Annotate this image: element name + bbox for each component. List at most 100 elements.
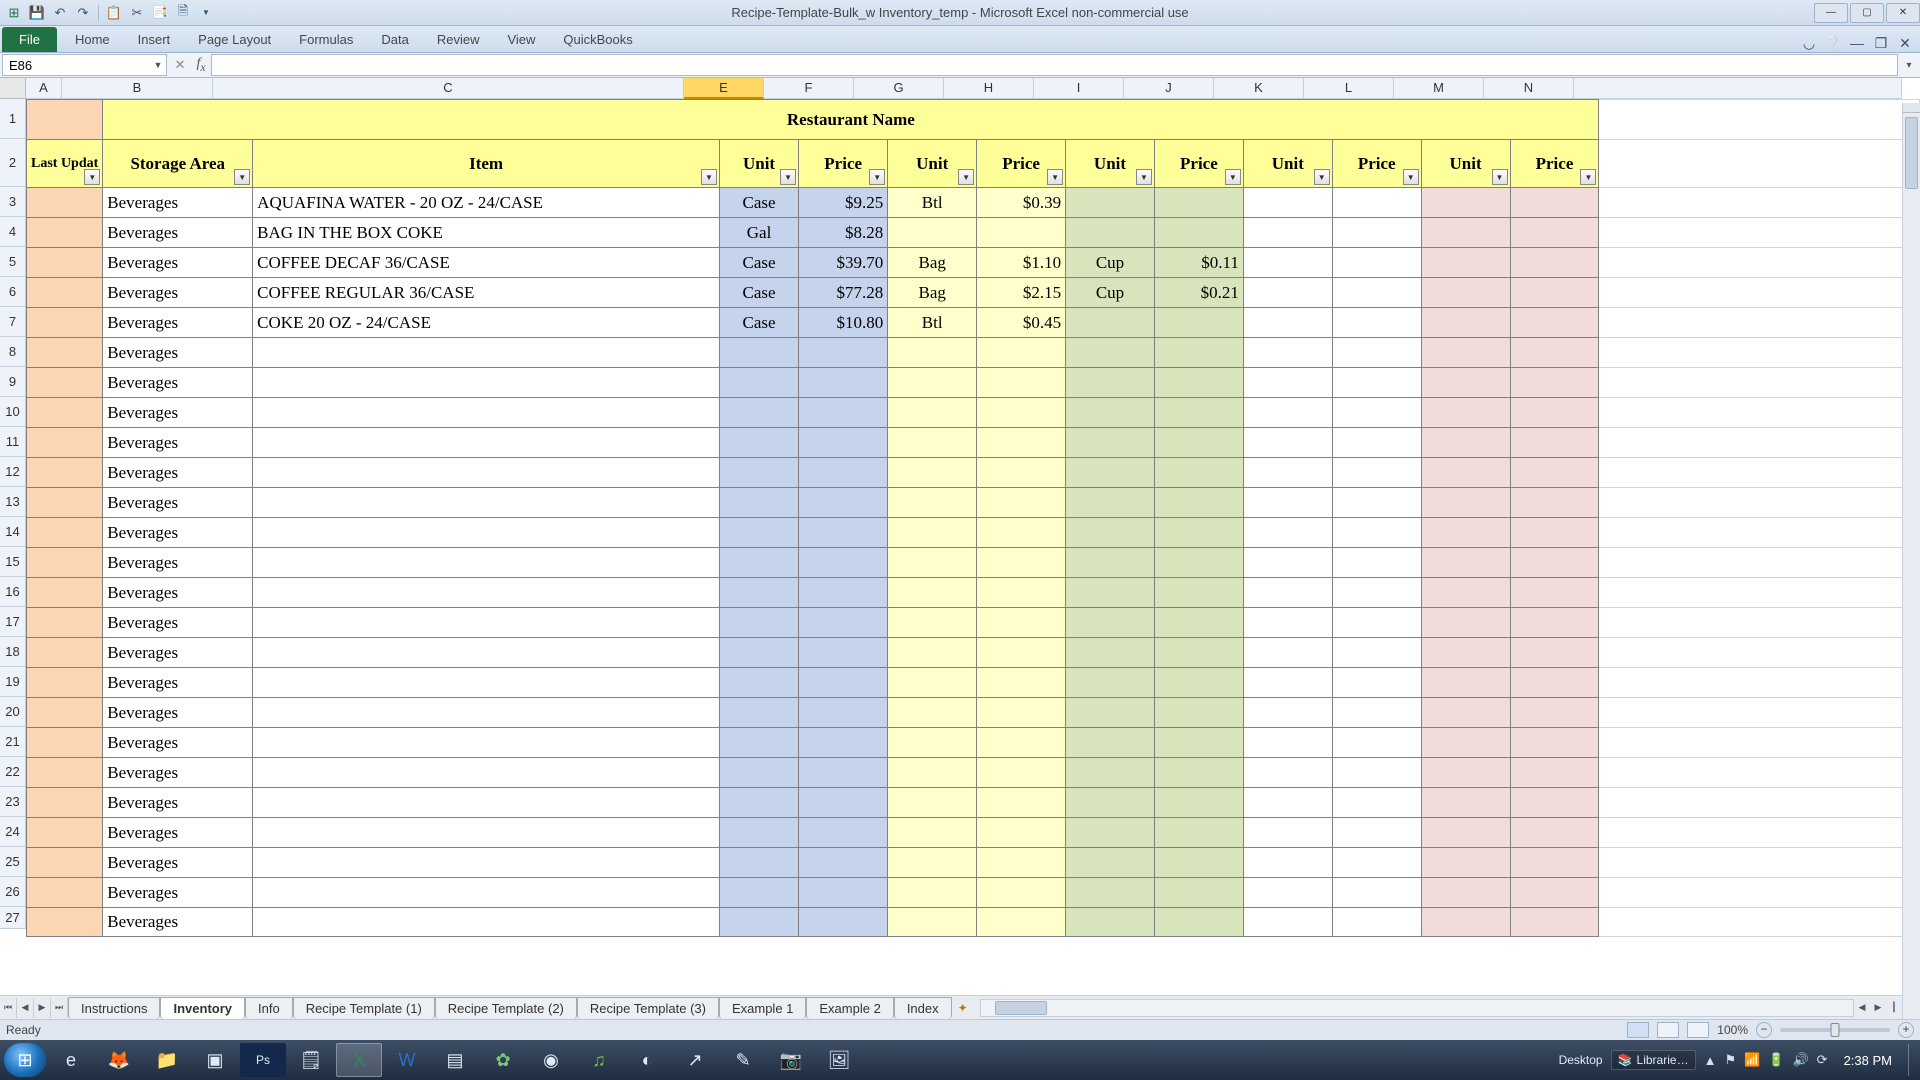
cell-I4[interactable] (1066, 218, 1155, 248)
sheet-tab-instructions[interactable]: Instructions (68, 997, 160, 1019)
cell-C18[interactable] (253, 638, 720, 668)
formula-cancel-icon[interactable]: ✕ (169, 57, 191, 73)
cell-E3[interactable]: Case (719, 188, 798, 218)
column-header-K[interactable]: K (1214, 78, 1304, 99)
cell-J5[interactable]: $0.11 (1154, 248, 1243, 278)
cell-G21[interactable] (888, 728, 977, 758)
cell-F4[interactable]: $8.28 (799, 218, 888, 248)
cell-K5[interactable] (1243, 248, 1332, 278)
cell-G23[interactable] (888, 788, 977, 818)
cell-F22[interactable] (799, 758, 888, 788)
cell-H6[interactable]: $2.15 (977, 278, 1066, 308)
row-header-7[interactable]: 7 (0, 307, 26, 337)
file-tab[interactable]: File (2, 27, 57, 52)
cell-F8[interactable] (799, 338, 888, 368)
cell-E19[interactable] (719, 668, 798, 698)
taskbar-notepad-icon[interactable]: 🗒 (288, 1043, 334, 1077)
filter-k-icon[interactable]: ▼ (1314, 169, 1330, 185)
filter-e-icon[interactable]: ▼ (780, 169, 796, 185)
cell-J20[interactable] (1154, 698, 1243, 728)
cell-N15[interactable] (1510, 548, 1599, 578)
cell-G6[interactable]: Bag (888, 278, 977, 308)
cell-G22[interactable] (888, 758, 977, 788)
cell-F6[interactable]: $77.28 (799, 278, 888, 308)
cell-H23[interactable] (977, 788, 1066, 818)
cell-E9[interactable] (719, 368, 798, 398)
cell-A24[interactable] (27, 818, 103, 848)
cell-G10[interactable] (888, 398, 977, 428)
cell-H25[interactable] (977, 848, 1066, 878)
cell-N12[interactable] (1510, 458, 1599, 488)
cell-B20[interactable]: Beverages (103, 698, 253, 728)
cell-K8[interactable] (1243, 338, 1332, 368)
cell-L4[interactable] (1332, 218, 1421, 248)
cell-E17[interactable] (719, 608, 798, 638)
cell-K17[interactable] (1243, 608, 1332, 638)
hscroll-split-icon[interactable]: ┃ (1886, 1002, 1902, 1013)
cell-F11[interactable] (799, 428, 888, 458)
cell-C23[interactable] (253, 788, 720, 818)
sheet-tab-example-1[interactable]: Example 1 (719, 997, 806, 1019)
cell-M7[interactable] (1421, 308, 1510, 338)
cell-L27[interactable] (1332, 908, 1421, 937)
cell-K25[interactable] (1243, 848, 1332, 878)
cell-K20[interactable] (1243, 698, 1332, 728)
cell-H22[interactable] (977, 758, 1066, 788)
cell-F3[interactable]: $9.25 (799, 188, 888, 218)
cell-H9[interactable] (977, 368, 1066, 398)
cell-G3[interactable]: Btl (888, 188, 977, 218)
cell-A26[interactable] (27, 878, 103, 908)
view-normal-icon[interactable] (1627, 1022, 1649, 1038)
cell-J4[interactable] (1154, 218, 1243, 248)
cell-C10[interactable] (253, 398, 720, 428)
cell-L13[interactable] (1332, 488, 1421, 518)
cell-G26[interactable] (888, 878, 977, 908)
qat-icon-3[interactable]: 📑 (150, 3, 170, 23)
filter-g-icon[interactable]: ▼ (958, 169, 974, 185)
cell-K13[interactable] (1243, 488, 1332, 518)
sheet-nav-last-icon[interactable]: ⏭ (51, 998, 68, 1018)
header-n[interactable]: Price▼ (1510, 140, 1599, 188)
name-box-value[interactable]: E86 (3, 58, 150, 73)
cell-M12[interactable] (1421, 458, 1510, 488)
cell-L23[interactable] (1332, 788, 1421, 818)
cell-G25[interactable] (888, 848, 977, 878)
sheet-tab-recipe-template-1-[interactable]: Recipe Template (1) (293, 997, 435, 1019)
cell-B22[interactable]: Beverages (103, 758, 253, 788)
cell-L16[interactable] (1332, 578, 1421, 608)
cell-A23[interactable] (27, 788, 103, 818)
row-header-11[interactable]: 11 (0, 427, 26, 457)
cell-F12[interactable] (799, 458, 888, 488)
cell-J17[interactable] (1154, 608, 1243, 638)
cell-B27[interactable]: Beverages (103, 908, 253, 937)
cell-M23[interactable] (1421, 788, 1510, 818)
cell-G8[interactable] (888, 338, 977, 368)
cell-E8[interactable] (719, 338, 798, 368)
cell-F24[interactable] (799, 818, 888, 848)
header-last-updated[interactable]: Last Updat▼ (27, 140, 103, 188)
row-header-25[interactable]: 25 (0, 847, 26, 877)
taskbar-desktop-label[interactable]: Desktop (1559, 1053, 1603, 1067)
cell-I12[interactable] (1066, 458, 1155, 488)
undo-icon[interactable]: ↶ (50, 3, 70, 23)
header-g[interactable]: Unit▼ (888, 140, 977, 188)
cell-G27[interactable] (888, 908, 977, 937)
cell-H14[interactable] (977, 518, 1066, 548)
cell-G13[interactable] (888, 488, 977, 518)
cell-N21[interactable] (1510, 728, 1599, 758)
cell-F7[interactable]: $10.80 (799, 308, 888, 338)
qat-dropdown-icon[interactable]: ▼ (196, 3, 216, 23)
cell-C7[interactable]: COKE 20 OZ - 24/CASE (253, 308, 720, 338)
cell-J27[interactable] (1154, 908, 1243, 937)
cell-L14[interactable] (1332, 518, 1421, 548)
cell-H12[interactable] (977, 458, 1066, 488)
cell-E21[interactable] (719, 728, 798, 758)
cell-C11[interactable] (253, 428, 720, 458)
cell-C13[interactable] (253, 488, 720, 518)
cell-K4[interactable] (1243, 218, 1332, 248)
header-h[interactable]: Price▼ (977, 140, 1066, 188)
close-button[interactable]: ✕ (1886, 3, 1920, 23)
cell-M17[interactable] (1421, 608, 1510, 638)
cell-N19[interactable] (1510, 668, 1599, 698)
cell-E11[interactable] (719, 428, 798, 458)
